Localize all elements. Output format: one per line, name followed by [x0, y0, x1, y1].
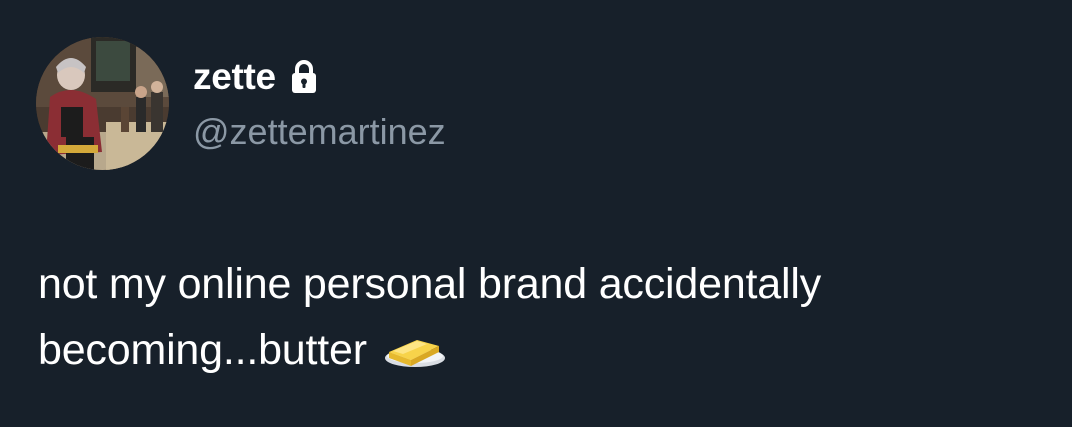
- tweet-text-line-2-words: becoming...butter: [38, 326, 367, 374]
- avatar[interactable]: [36, 37, 169, 170]
- display-name[interactable]: zette: [193, 54, 276, 100]
- tweet-text-line-1: not my online personal brand accidentall…: [38, 260, 821, 308]
- display-name-row: zette: [193, 54, 320, 100]
- tweet-text: not my online personal brand accidentall…: [38, 251, 1038, 383]
- butter-emoji-icon: [381, 323, 445, 367]
- avatar-photo: [36, 37, 169, 170]
- lock-icon: [288, 59, 320, 95]
- tweet-text-line-2: becoming...butter: [38, 317, 1038, 383]
- tweet-card: zette @zettemartinez not my online perso…: [0, 0, 1072, 427]
- user-handle[interactable]: @zettemartinez: [193, 109, 446, 155]
